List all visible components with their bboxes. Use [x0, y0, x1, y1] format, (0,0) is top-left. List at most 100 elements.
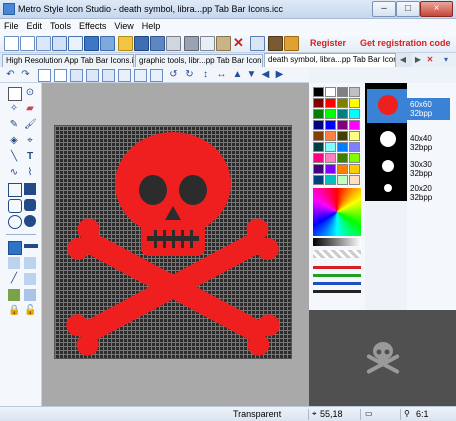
filled-ellipse-icon[interactable] — [24, 215, 36, 227]
preview-label-30[interactable]: 30x30 32bpp — [410, 160, 432, 178]
color-swatch[interactable] — [313, 153, 324, 163]
shift-left-icon[interactable]: ◀ — [260, 69, 271, 80]
redo-icon[interactable]: ↷ — [20, 69, 31, 80]
filled-rounded-rect-icon[interactable] — [24, 199, 36, 211]
curve-icon[interactable]: ∿ — [8, 167, 20, 179]
green-channel-slider[interactable] — [313, 274, 361, 277]
preview-30[interactable] — [382, 160, 394, 172]
menu-view[interactable]: View — [110, 19, 137, 33]
open-folder-icon[interactable] — [118, 36, 133, 51]
preview-label-40[interactable]: 40x40 32bpp — [410, 134, 432, 152]
brush-shape-alt-icon[interactable] — [24, 257, 36, 269]
rounded-rect-icon[interactable] — [8, 199, 22, 213]
alpha-channel-slider[interactable] — [313, 290, 361, 293]
print-icon[interactable] — [166, 36, 181, 51]
color-swatch[interactable] — [349, 120, 360, 130]
grid-fine-icon[interactable] — [54, 69, 67, 82]
import-icon[interactable] — [52, 36, 67, 51]
brush-shape-icon[interactable] — [8, 257, 20, 269]
color-swatch[interactable] — [349, 153, 360, 163]
new-library-icon[interactable] — [36, 36, 51, 51]
color-swatch[interactable] — [349, 142, 360, 152]
cut-icon[interactable] — [184, 36, 199, 51]
get-registration-code-button[interactable]: Get registration code — [360, 38, 451, 48]
shift-up-icon[interactable]: ▲ — [232, 69, 243, 80]
color-swatch[interactable] — [313, 87, 324, 97]
minimize-button[interactable]: – — [372, 1, 396, 17]
color-swatch[interactable] — [325, 142, 336, 152]
color-swatch[interactable] — [349, 87, 360, 97]
save-all-icon[interactable] — [150, 36, 165, 51]
export-icon[interactable] — [68, 36, 83, 51]
antialias-icon[interactable]: ╱ — [8, 273, 20, 285]
table-icon[interactable] — [70, 69, 83, 82]
table-alt-icon[interactable] — [86, 69, 99, 82]
color-swatch[interactable] — [313, 175, 324, 185]
color-swatch[interactable] — [313, 120, 324, 130]
color-swatch[interactable] — [337, 98, 348, 108]
preview-label-20[interactable]: 20x20 32bpp — [410, 184, 432, 202]
undo-icon[interactable]: ↶ — [5, 69, 16, 80]
shift-right-icon[interactable]: ▶ — [274, 69, 285, 80]
color-swatch[interactable] — [325, 175, 336, 185]
tab-death-symbol[interactable]: death symbol, libra...pp Tab Bar Icons.i… — [264, 53, 396, 67]
menu-edit[interactable]: Edit — [23, 19, 47, 33]
color-swatch[interactable] — [337, 153, 348, 163]
flip-horizontal-icon[interactable]: ↔ — [216, 69, 227, 80]
tab-scroll-left-icon[interactable]: ◀ — [397, 54, 409, 66]
maximize-button[interactable]: □ — [396, 1, 420, 17]
layer-icon[interactable] — [8, 289, 20, 301]
opacity-icon[interactable] — [24, 273, 36, 285]
brush-icon[interactable]: 🖌 — [24, 119, 37, 131]
color-swatch[interactable] — [325, 131, 336, 141]
magic-wand-icon[interactable]: ✧ — [8, 103, 20, 115]
polyline-icon[interactable]: ⌇ — [24, 167, 36, 179]
brightness-slider[interactable] — [313, 238, 361, 246]
color-swatch[interactable] — [337, 87, 348, 97]
filled-rectangle-icon[interactable] — [24, 183, 36, 195]
eraser-icon[interactable]: ▰ — [24, 103, 36, 115]
shift-down-icon[interactable]: ▼ — [246, 69, 257, 80]
menu-help[interactable]: Help — [138, 19, 165, 33]
color-swatch[interactable] — [313, 131, 324, 141]
red-channel-slider[interactable] — [313, 266, 361, 269]
preview-40[interactable] — [380, 131, 396, 147]
color-swatch[interactable] — [349, 131, 360, 141]
close-button[interactable]: × — [420, 1, 453, 17]
text-icon[interactable]: T — [24, 151, 36, 163]
tab-high-resolution[interactable]: High Resolution App Tab Bar Icons.icc — [2, 54, 134, 67]
eyedropper-icon[interactable]: ⌖ — [24, 135, 36, 147]
color-swatch[interactable] — [337, 164, 348, 174]
checker-fine-icon[interactable] — [150, 69, 163, 82]
tab-graphic-tools[interactable]: graphic tools, libr...pp Tab Bar Icons.i… — [135, 54, 263, 67]
color-swatch[interactable] — [337, 120, 348, 130]
color-swatch[interactable] — [349, 98, 360, 108]
dropdown-icon[interactable]: ▾ — [440, 54, 452, 66]
grid-icon[interactable] — [38, 69, 51, 82]
rect-select-icon[interactable] — [8, 87, 22, 101]
extract-icon[interactable] — [100, 36, 115, 51]
line-icon[interactable]: ╲ — [8, 151, 20, 163]
color-swatch[interactable] — [325, 153, 336, 163]
pencil-icon[interactable]: ✎ — [8, 119, 20, 131]
color-swatch[interactable] — [349, 175, 360, 185]
menu-effects[interactable]: Effects — [75, 19, 110, 33]
preview-60-selected[interactable] — [367, 89, 409, 123]
color-swatch[interactable] — [349, 109, 360, 119]
color-swatch[interactable] — [337, 131, 348, 141]
preview-20[interactable] — [384, 184, 392, 192]
copy-icon[interactable] — [200, 36, 215, 51]
lasso-icon[interactable]: ⊙ — [24, 87, 36, 99]
table-cols-icon[interactable] — [102, 69, 115, 82]
rotate-left-icon[interactable]: ↺ — [168, 69, 179, 80]
new-file-icon[interactable] — [4, 36, 19, 51]
color-swatch[interactable] — [313, 164, 324, 174]
color-swatch[interactable] — [337, 175, 348, 185]
color-swatch[interactable] — [325, 120, 336, 130]
lock-icon[interactable]: 🔒 — [8, 305, 20, 317]
fill-icon[interactable]: ◈ — [8, 135, 20, 147]
layer-alt-icon[interactable] — [24, 289, 36, 301]
menu-tools[interactable]: Tools — [46, 19, 75, 33]
image-icon[interactable] — [84, 36, 99, 51]
rectangle-icon[interactable] — [8, 183, 22, 197]
